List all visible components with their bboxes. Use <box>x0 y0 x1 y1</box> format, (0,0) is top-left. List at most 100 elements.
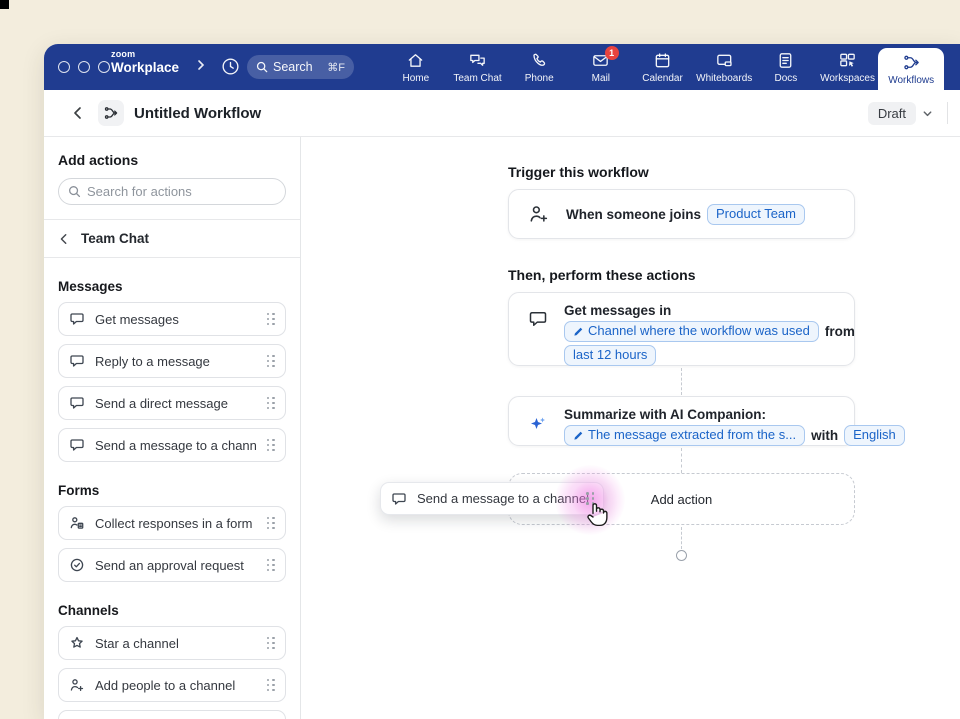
trigger-text: When someone joins <box>566 207 701 222</box>
search-shortcut: ⌘F <box>327 61 345 74</box>
connector-line <box>681 527 682 549</box>
logo-workplace-text: Workplace <box>111 61 179 75</box>
actions-search[interactable] <box>58 178 286 205</box>
connector-line <box>681 448 682 473</box>
global-search[interactable]: Search ⌘F <box>247 55 354 79</box>
sidebar-back-team-chat[interactable]: Team Chat <box>58 220 286 257</box>
workflow-header: Untitled Workflow Draft <box>44 90 960 137</box>
person-form-icon <box>69 515 85 531</box>
edit-pencil-icon <box>573 326 584 337</box>
window-close-button[interactable] <box>58 61 70 73</box>
ai-companion-icon <box>528 414 548 435</box>
chevron-down-icon[interactable] <box>922 108 933 119</box>
action-item-reply-to-message[interactable]: Reply to a message <box>58 344 286 378</box>
action-item-send-message-to-channel[interactable]: Send a message to a channel <box>58 428 286 462</box>
trigger-heading: Trigger this workflow <box>508 164 649 180</box>
nav-tab-team-chat[interactable]: Team Chat <box>447 44 509 90</box>
edit-pencil-icon <box>573 430 584 441</box>
actions-search-input[interactable] <box>87 184 276 199</box>
nav-tab-workflows[interactable]: Workflows <box>878 48 944 90</box>
with-text: with <box>811 428 838 443</box>
logo-zoom-text: zoom <box>111 50 179 59</box>
action-item-update-channel-name[interactable]: Update channel name <box>58 710 286 719</box>
chevron-left-icon <box>58 233 70 245</box>
trigger-team-pill[interactable]: Product Team <box>707 204 805 225</box>
workflows-icon <box>902 53 921 72</box>
action-item-send-approval-request[interactable]: Send an approval request <box>58 548 286 582</box>
phone-icon <box>530 51 549 70</box>
app-window: zoom Workplace Search ⌘F Home <box>44 44 960 719</box>
chat-bubble-icon <box>69 437 85 453</box>
check-circle-icon <box>69 557 85 573</box>
search-icon <box>256 61 268 73</box>
get-messages-line1: Get messages in <box>564 303 671 318</box>
summarize-line1: Summarize with AI Companion: <box>564 407 766 422</box>
action-item-star-channel[interactable]: Star a channel <box>58 626 286 660</box>
action-item-get-messages[interactable]: Get messages <box>58 302 286 336</box>
section-label-messages: Messages <box>58 279 286 294</box>
get-messages-card[interactable]: Get messages in Channel where the workfl… <box>508 292 855 366</box>
nav-tab-phone[interactable]: Phone <box>508 44 570 90</box>
drag-handle[interactable] <box>267 355 276 368</box>
chevron-right-icon[interactable] <box>196 59 206 74</box>
nav-tab-workspaces[interactable]: Workspaces <box>817 44 879 90</box>
trigger-card[interactable]: When someone joins Product Team <box>508 189 855 239</box>
section-label-forms: Forms <box>58 483 286 498</box>
workflow-type-icon <box>98 100 124 126</box>
action-item-add-people[interactable]: Add people to a channel <box>58 668 286 702</box>
person-plus-icon <box>69 677 85 693</box>
time-range-pill[interactable]: last 12 hours <box>564 345 656 366</box>
window-controls[interactable] <box>58 61 110 73</box>
nav-tab-docs[interactable]: Docs <box>755 44 817 90</box>
divider <box>44 257 300 258</box>
drag-handle[interactable] <box>267 637 276 650</box>
chat-bubble-icon <box>69 395 85 411</box>
actions-heading: Then, perform these actions <box>508 267 695 283</box>
drag-handle[interactable] <box>267 313 276 326</box>
action-item-collect-responses[interactable]: Collect responses in a form <box>58 506 286 540</box>
chat-bubble-icon <box>391 491 407 507</box>
drag-handle[interactable] <box>267 559 276 572</box>
drag-handle[interactable] <box>267 517 276 530</box>
star-icon <box>69 635 85 651</box>
language-pill[interactable]: English <box>844 425 905 446</box>
whiteboards-icon <box>715 51 734 70</box>
search-icon <box>68 185 81 198</box>
sidebar-title: Add actions <box>58 152 286 168</box>
history-icon[interactable] <box>220 56 241 82</box>
back-button[interactable] <box>66 101 90 125</box>
corner-artifact <box>0 0 9 9</box>
chat-bubble-icon <box>528 309 548 355</box>
chat-bubble-icon <box>69 353 85 369</box>
nav-tab-whiteboards[interactable]: Whiteboards <box>693 44 755 90</box>
channel-pill[interactable]: Channel where the workflow was used <box>564 321 819 342</box>
chat-bubble-icon <box>69 311 85 327</box>
grab-cursor-icon <box>582 499 612 534</box>
workflow-title[interactable]: Untitled Workflow <box>134 105 261 122</box>
home-icon <box>406 51 425 70</box>
workflow-end-node <box>676 550 687 561</box>
nav-tab-calendar[interactable]: Calendar <box>632 44 694 90</box>
drag-handle[interactable] <box>267 679 276 692</box>
docs-icon <box>776 51 795 70</box>
person-plus-icon <box>528 203 550 225</box>
drag-handle[interactable] <box>267 397 276 410</box>
status-badge[interactable]: Draft <box>868 102 916 125</box>
workflow-canvas: Trigger this workflow When someone joins… <box>301 137 960 719</box>
message-pill[interactable]: The message extracted from the s... <box>564 425 805 446</box>
top-navbar: zoom Workplace Search ⌘F Home <box>44 44 960 90</box>
summarize-card[interactable]: Summarize with AI Companion: The message… <box>508 396 855 446</box>
nav-tab-mail[interactable]: Mail 1 <box>570 44 632 90</box>
nav-tab-home[interactable]: Home <box>385 44 447 90</box>
action-item-send-direct-message[interactable]: Send a direct message <box>58 386 286 420</box>
actions-sidebar: Add actions Team Chat Messages <box>44 137 301 719</box>
drag-handle[interactable] <box>267 439 276 452</box>
search-placeholder: Search <box>273 60 313 74</box>
workspaces-icon <box>838 51 857 70</box>
window-maximize-button[interactable] <box>98 61 110 73</box>
nav-tabs: Home Team Chat Phone Mail 1 <box>385 44 944 90</box>
connector-line <box>681 368 682 395</box>
section-label-channels: Channels <box>58 603 286 618</box>
window-minimize-button[interactable] <box>78 61 90 73</box>
from-text: from <box>825 324 855 339</box>
